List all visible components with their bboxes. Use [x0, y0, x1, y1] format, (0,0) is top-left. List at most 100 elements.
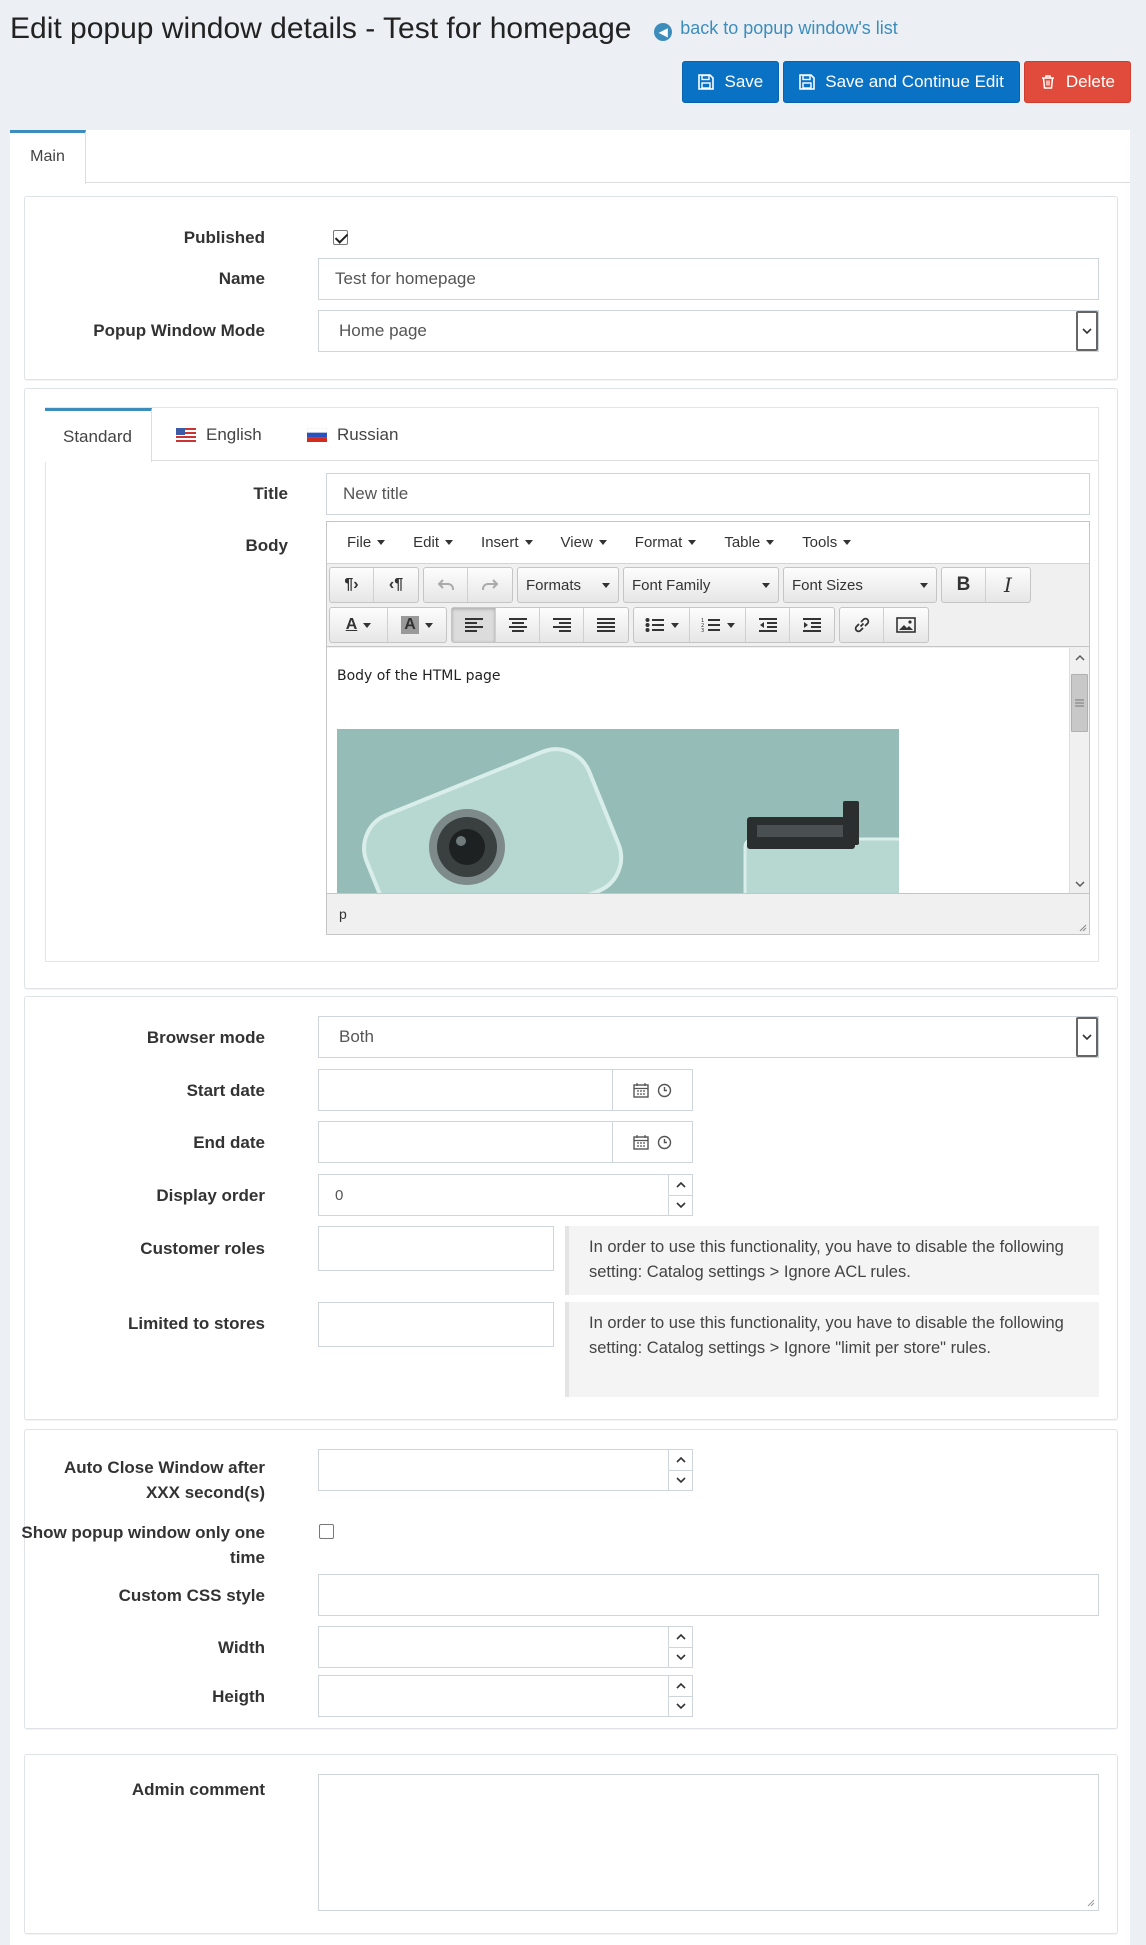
- admin-comment-textarea[interactable]: [318, 1774, 1099, 1911]
- element-path[interactable]: p: [339, 906, 347, 922]
- undo-button[interactable]: [424, 568, 468, 602]
- image-icon: [896, 617, 916, 633]
- align-center-button[interactable]: [496, 608, 540, 642]
- italic-button[interactable]: I: [986, 568, 1030, 602]
- height-input[interactable]: [318, 1675, 693, 1717]
- spin-up-icon[interactable]: [669, 1627, 692, 1647]
- caret-down-icon: [762, 582, 770, 588]
- menu-format[interactable]: Format: [621, 534, 711, 551]
- display-order-input[interactable]: 0: [318, 1174, 693, 1216]
- clock-icon[interactable]: [657, 1083, 672, 1098]
- scroll-up-arrow-icon[interactable]: [1070, 648, 1089, 666]
- background-color-icon: A: [401, 616, 419, 634]
- show-once-checkbox[interactable]: [319, 1524, 334, 1539]
- align-justify-icon: [597, 618, 615, 632]
- font-sizes-dropdown[interactable]: Font Sizes: [784, 568, 936, 602]
- resize-grip-icon[interactable]: [1077, 922, 1087, 932]
- tab-standard[interactable]: Standard: [45, 408, 152, 462]
- us-flag-icon: [176, 428, 196, 442]
- delete-button-label: Delete: [1065, 72, 1115, 91]
- menu-view[interactable]: View: [547, 534, 621, 551]
- main-tab-strip: Main: [10, 130, 1130, 184]
- title-input[interactable]: New title: [326, 473, 1090, 515]
- menu-edit[interactable]: Edit: [399, 534, 467, 551]
- auto-close-input[interactable]: [318, 1449, 693, 1491]
- display-order-spinner: [668, 1175, 692, 1215]
- align-justify-button[interactable]: [584, 608, 628, 642]
- scroll-down-arrow-icon[interactable]: [1070, 875, 1089, 893]
- insert-image-button[interactable]: [884, 608, 928, 642]
- camera-product-image[interactable]: [337, 729, 899, 893]
- rtl-direction-button[interactable]: ‹¶: [374, 568, 418, 602]
- title-label: Title: [253, 484, 288, 503]
- main-tab-container: Main Published Name Test for homepage Po…: [10, 130, 1130, 1945]
- align-left-icon: [464, 618, 483, 632]
- menu-insert[interactable]: Insert: [467, 534, 547, 551]
- ltr-direction-button[interactable]: ¶›: [330, 568, 374, 602]
- delete-button[interactable]: Delete: [1023, 61, 1131, 103]
- spin-up-icon[interactable]: [669, 1676, 692, 1696]
- popup-mode-label: Popup Window Mode: [93, 321, 265, 340]
- formats-dropdown[interactable]: Formats: [518, 568, 618, 602]
- align-right-button[interactable]: [540, 608, 584, 642]
- menu-edit-label: Edit: [413, 534, 440, 551]
- calendar-icon[interactable]: [633, 1082, 649, 1098]
- end-date-picker[interactable]: [318, 1121, 693, 1163]
- numbered-list-button[interactable]: 123: [690, 608, 746, 642]
- insert-link-button[interactable]: [840, 608, 884, 642]
- editor-body-text: Body of the HTML page: [337, 668, 501, 684]
- menu-format-label: Format: [634, 534, 683, 551]
- editor-scrollbar[interactable]: [1069, 648, 1089, 893]
- spin-up-icon[interactable]: [669, 1175, 692, 1195]
- back-link-label: back to popup window's list: [680, 17, 898, 38]
- published-checkbox[interactable]: [333, 230, 348, 245]
- text-color-button[interactable]: A: [330, 608, 388, 642]
- menu-tools-label: Tools: [802, 534, 838, 551]
- resize-grip-icon[interactable]: [1085, 1897, 1095, 1907]
- browser-mode-label: Browser mode: [146, 1028, 265, 1047]
- align-left-button[interactable]: [452, 608, 496, 642]
- menu-tools[interactable]: Tools: [788, 534, 865, 551]
- bullet-list-button[interactable]: [634, 608, 690, 642]
- popup-mode-select[interactable]: Home page: [318, 310, 1099, 352]
- redo-button[interactable]: [468, 568, 512, 602]
- clock-icon[interactable]: [657, 1135, 672, 1150]
- bold-button[interactable]: B: [942, 568, 986, 602]
- start-date-picker[interactable]: [318, 1069, 693, 1111]
- spin-down-icon[interactable]: [669, 1194, 692, 1216]
- custom-css-input[interactable]: [318, 1574, 1099, 1616]
- italic-icon: I: [1004, 573, 1012, 597]
- calendar-icon[interactable]: [633, 1134, 649, 1150]
- spin-down-icon[interactable]: [669, 1695, 692, 1717]
- indent-button[interactable]: [790, 608, 834, 642]
- outdent-button[interactable]: [746, 608, 790, 642]
- tab-russian[interactable]: Russian: [289, 408, 416, 462]
- width-label: Width: [217, 1638, 265, 1657]
- browser-mode-select[interactable]: Both: [318, 1016, 1099, 1058]
- auto-close-label: Auto Close Window after XXX second(s): [63, 1458, 265, 1502]
- link-icon: [854, 617, 869, 633]
- font-family-dropdown[interactable]: Font Family: [624, 568, 778, 602]
- width-input[interactable]: [318, 1626, 693, 1668]
- save-button[interactable]: Save: [682, 61, 780, 103]
- scroll-thumb[interactable]: [1071, 674, 1088, 732]
- page-header: Edit popup window details - Test for hom…: [10, 12, 1140, 52]
- general-panel: Published Name Test for homepage Popup W…: [24, 196, 1118, 380]
- save-and-continue-button[interactable]: Save and Continue Edit: [783, 61, 1020, 103]
- browser-mode-value: Both: [339, 1027, 374, 1046]
- editor-content-area[interactable]: Body of the HTML page: [327, 648, 1071, 893]
- background-color-button[interactable]: A: [388, 608, 446, 642]
- customer-roles-input[interactable]: [318, 1226, 554, 1271]
- spin-down-icon[interactable]: [669, 1469, 692, 1491]
- spin-up-icon[interactable]: [669, 1450, 692, 1470]
- chevron-down-icon: [1076, 1017, 1098, 1057]
- name-input[interactable]: Test for homepage: [318, 258, 1099, 300]
- back-to-list-link[interactable]: ◀ back to popup window's list: [654, 18, 898, 41]
- limited-stores-input[interactable]: [318, 1302, 554, 1347]
- spin-down-icon[interactable]: [669, 1646, 692, 1668]
- menu-file[interactable]: File: [333, 534, 399, 551]
- tab-english[interactable]: English: [158, 408, 280, 462]
- menu-table[interactable]: Table: [710, 534, 788, 551]
- customer-roles-label: Customer roles: [140, 1239, 265, 1258]
- tab-main[interactable]: Main: [10, 130, 86, 184]
